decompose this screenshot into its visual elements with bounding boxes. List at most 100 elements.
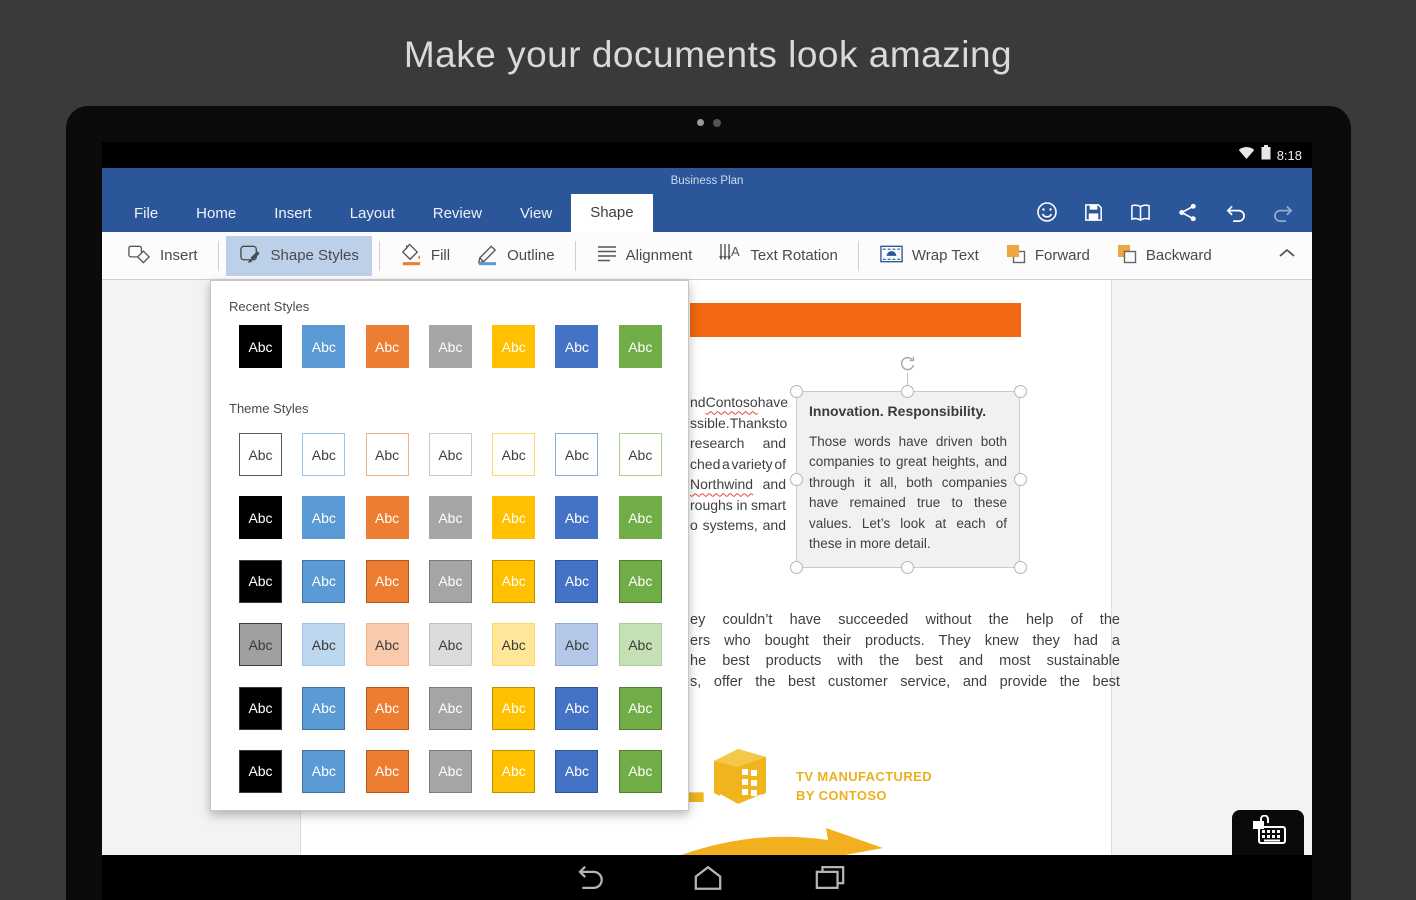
insert-label: Insert (160, 247, 198, 264)
tab-shape[interactable]: Shape (571, 194, 653, 232)
theme-style-swatch[interactable]: Abc (428, 749, 472, 793)
theme-style-swatch[interactable]: Abc (302, 559, 346, 603)
theme-style-swatch[interactable]: Abc (555, 686, 599, 730)
theme-style-swatch[interactable]: Abc (428, 623, 472, 667)
theme-style-swatch[interactable]: Abc (555, 749, 599, 793)
recent-style-swatch[interactable]: Abc (365, 325, 409, 368)
feedback-smiley-icon[interactable] (1036, 201, 1058, 223)
theme-style-swatch[interactable]: Abc (239, 623, 282, 667)
wrap-text-button[interactable]: Wrap Text (866, 236, 992, 276)
theme-style-swatch[interactable]: Abc (492, 623, 536, 667)
fill-button[interactable]: Fill (387, 236, 463, 276)
theme-style-swatch[interactable]: Abc (492, 686, 536, 730)
bring-forward-icon (1005, 243, 1027, 269)
read-view-icon[interactable] (1129, 202, 1152, 223)
theme-style-swatch[interactable]: Abc (492, 433, 536, 476)
theme-style-swatch[interactable]: Abc (302, 623, 346, 667)
text-rotation-button[interactable]: A Text Rotation (705, 236, 851, 276)
tab-insert[interactable]: Insert (255, 196, 331, 232)
theme-style-swatch[interactable]: Abc (428, 559, 472, 603)
recent-apps-icon[interactable] (814, 864, 846, 896)
alignment-button[interactable]: Alignment (583, 236, 706, 276)
tab-file[interactable]: File (115, 196, 177, 232)
undo-icon[interactable] (1223, 202, 1247, 223)
forward-button[interactable]: Forward (992, 236, 1103, 276)
svg-text:A: A (731, 244, 740, 259)
theme-style-swatch[interactable]: Abc (365, 559, 409, 603)
theme-style-swatch[interactable]: Abc (302, 749, 346, 793)
theme-style-swatch[interactable]: Abc (239, 559, 282, 603)
back-icon[interactable] (571, 864, 605, 896)
theme-style-swatch[interactable]: Abc (302, 686, 346, 730)
selection-handle-top-center[interactable] (901, 385, 914, 398)
rotate-handle-icon[interactable] (898, 354, 917, 378)
recent-style-swatch[interactable]: Abc (492, 325, 536, 368)
carousel-dot-active (696, 119, 704, 126)
theme-style-swatch[interactable]: Abc (365, 623, 409, 667)
keyboard-toggle-button[interactable] (1232, 810, 1304, 855)
theme-style-swatch[interactable]: Abc (239, 496, 282, 540)
theme-style-swatch[interactable]: Abc (302, 496, 346, 540)
shape-styles-label: Shape Styles (270, 247, 359, 264)
theme-style-swatch[interactable]: Abc (492, 749, 536, 793)
theme-style-swatch[interactable]: Abc (555, 496, 599, 540)
insert-button[interactable]: Insert (114, 236, 211, 276)
theme-style-swatch[interactable]: Abc (365, 749, 409, 793)
recent-style-swatch[interactable]: Abc (618, 325, 662, 368)
toolbar-separator (857, 240, 859, 271)
backward-button[interactable]: Backward (1103, 236, 1225, 276)
share-icon[interactable] (1177, 202, 1198, 223)
theme-style-swatch[interactable]: Abc (239, 686, 282, 730)
theme-style-swatch[interactable]: Abc (618, 749, 662, 793)
selected-textbox[interactable]: Innovation. Responsibility. Those words … (796, 391, 1020, 568)
theme-style-swatch[interactable]: Abc (555, 623, 599, 667)
recent-style-swatch[interactable]: Abc (555, 325, 599, 368)
selection-handle-top-left[interactable] (790, 385, 803, 398)
theme-style-swatch[interactable]: Abc (365, 433, 409, 476)
tab-view[interactable]: View (501, 196, 571, 232)
theme-style-swatch[interactable]: Abc (555, 433, 599, 476)
theme-style-swatch[interactable]: Abc (492, 496, 536, 540)
home-icon[interactable] (693, 864, 723, 896)
selection-handle-bottom-left[interactable] (790, 561, 803, 574)
tab-review[interactable]: Review (414, 196, 501, 232)
theme-style-swatch[interactable]: Abc (618, 433, 662, 476)
status-bar-clock: 8:18 (1276, 147, 1302, 163)
theme-style-swatch[interactable]: Abc (618, 623, 662, 667)
theme-styles-row: Abc Abc Abc Abc Abc Abc Abc (239, 686, 662, 730)
theme-style-swatch[interactable]: Abc (428, 433, 472, 476)
text-line: Northwind and (690, 476, 786, 493)
theme-style-swatch[interactable]: Abc (492, 559, 536, 603)
theme-style-swatch[interactable]: Abc (239, 433, 282, 476)
recent-style-swatch[interactable]: Abc (302, 325, 346, 368)
theme-style-swatch[interactable]: Abc (428, 496, 472, 540)
document-orange-banner[interactable] (690, 303, 1021, 337)
tab-home[interactable]: Home (177, 196, 255, 232)
shape-toolbar: Insert Shape Styles Fill Outline Alignme… (102, 232, 1312, 280)
text-line: research and (690, 435, 786, 452)
theme-style-swatch[interactable]: Abc (555, 559, 599, 603)
selection-handle-mid-right[interactable] (1014, 473, 1027, 486)
theme-style-swatch[interactable]: Abc (618, 686, 662, 730)
theme-style-swatch[interactable]: Abc (239, 749, 282, 793)
theme-style-swatch[interactable]: Abc (302, 433, 346, 476)
selection-handle-mid-left[interactable] (790, 473, 803, 486)
chevron-up-icon[interactable] (1278, 246, 1296, 264)
selection-handle-bottom-right[interactable] (1014, 561, 1027, 574)
save-icon[interactable] (1083, 202, 1104, 223)
theme-style-swatch[interactable]: Abc (618, 496, 662, 540)
outline-button[interactable]: Outline (463, 236, 568, 276)
selection-handle-top-right[interactable] (1014, 385, 1027, 398)
theme-style-swatch[interactable]: Abc (428, 686, 472, 730)
redo-icon[interactable] (1272, 202, 1296, 223)
tab-layout[interactable]: Layout (331, 196, 414, 232)
theme-style-swatch[interactable]: Abc (365, 686, 409, 730)
selection-handle-bottom-center[interactable] (901, 561, 914, 574)
theme-style-swatch[interactable]: Abc (618, 559, 662, 603)
backward-label: Backward (1145, 247, 1212, 264)
caption-line-2: BY CONTOSO (796, 788, 887, 803)
theme-style-swatch[interactable]: Abc (365, 496, 409, 540)
shape-styles-button[interactable]: Shape Styles (225, 235, 372, 276)
recent-style-swatch[interactable]: Abc (239, 325, 282, 368)
recent-style-swatch[interactable]: Abc (428, 325, 472, 368)
